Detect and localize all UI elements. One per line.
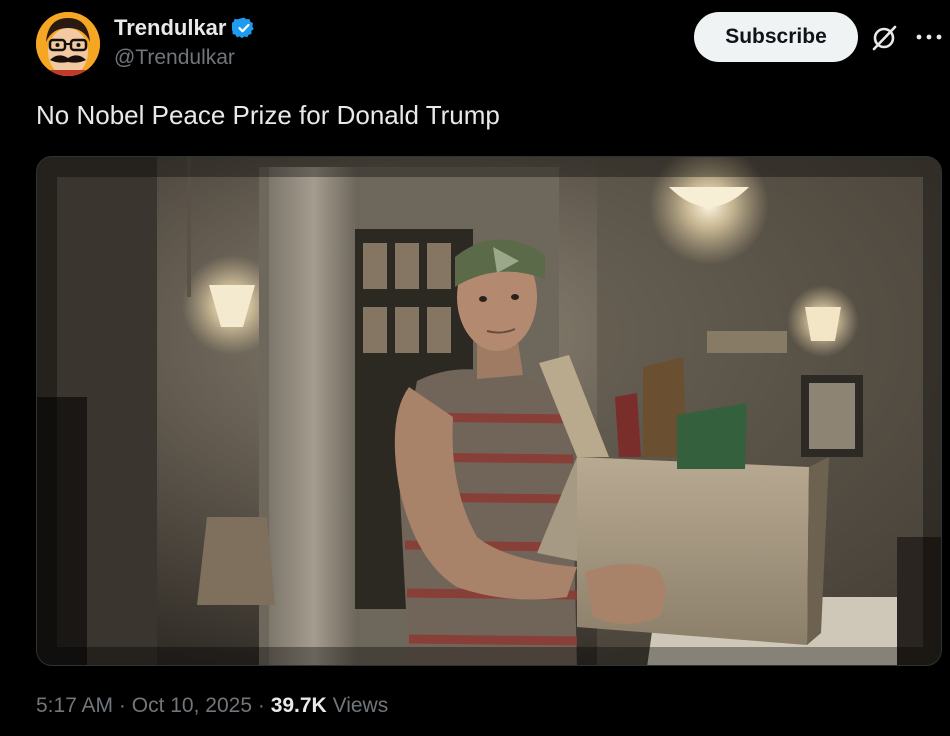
meta-separator: · bbox=[257, 694, 265, 717]
tweet-date[interactable]: Oct 10, 2025 bbox=[132, 694, 252, 717]
author-handle[interactable]: @Trendulkar bbox=[114, 46, 256, 70]
name-row: Trendulkar bbox=[114, 14, 256, 42]
video-still-image bbox=[37, 157, 941, 665]
verified-badge-icon[interactable] bbox=[232, 16, 256, 40]
grok-icon[interactable] bbox=[868, 22, 900, 54]
tweet-text: No Nobel Peace Prize for Donald Trump bbox=[36, 100, 500, 130]
tweet-time[interactable]: 5:17 AM bbox=[36, 694, 113, 717]
author-avatar[interactable] bbox=[36, 12, 100, 76]
tweet-media-video-still[interactable] bbox=[36, 156, 942, 666]
tweet-meta: 5:17 AM · Oct 10, 2025 · 39.7K Views bbox=[36, 694, 388, 718]
meta-separator: · bbox=[118, 694, 126, 717]
author-display-name[interactable]: Trendulkar bbox=[114, 15, 226, 41]
more-horizontal-icon[interactable] bbox=[912, 22, 946, 52]
tweet: Trendulkar @Trendulkar Subscribe No Nobe… bbox=[0, 0, 950, 736]
author-info: Trendulkar @Trendulkar bbox=[114, 14, 256, 70]
subscribe-button[interactable]: Subscribe bbox=[694, 12, 858, 62]
views-label: Views bbox=[332, 694, 389, 717]
views-count: 39.7K bbox=[270, 694, 327, 717]
cartoon-face-avatar-icon bbox=[36, 12, 100, 76]
